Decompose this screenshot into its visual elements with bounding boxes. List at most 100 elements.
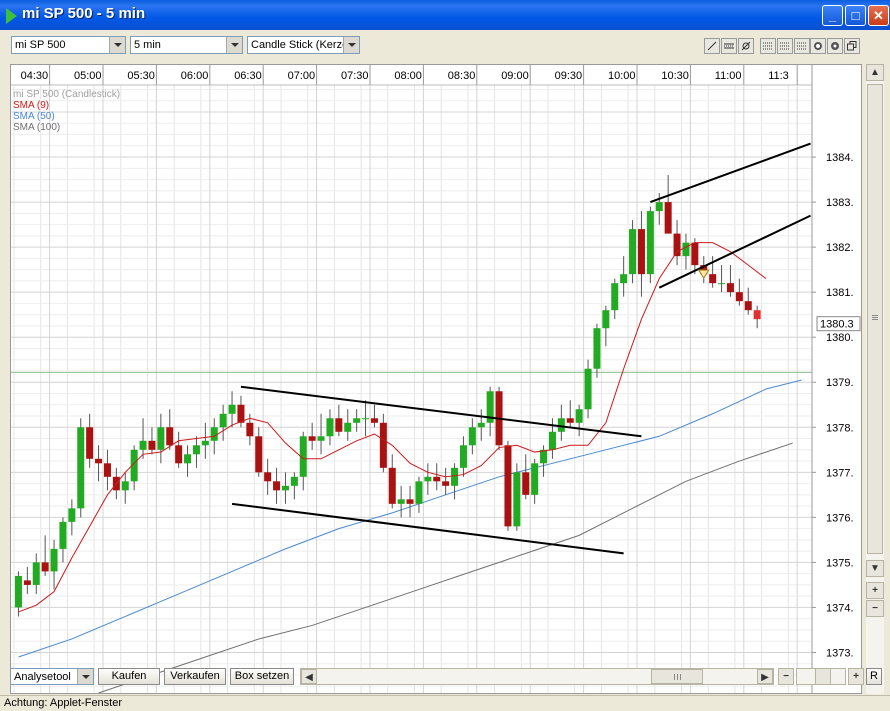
candle-down xyxy=(237,404,245,423)
candle-down xyxy=(23,580,31,585)
zoom-track[interactable] xyxy=(796,668,846,685)
y-tick-label: 1378. xyxy=(826,422,854,434)
settings-button[interactable] xyxy=(827,38,843,54)
analysis-tool-select[interactable]: Analysetool xyxy=(10,668,94,685)
horizontal-scrollbar[interactable]: ◀ ▶ xyxy=(300,668,774,685)
scroll-right-button[interactable]: ▶ xyxy=(757,669,773,684)
grid-icon xyxy=(797,42,807,50)
draw-line-button[interactable] xyxy=(704,38,720,54)
legend-entry: SMA (50) xyxy=(13,111,55,122)
fibonacci-icon xyxy=(741,41,751,51)
sell-button[interactable]: Verkaufen xyxy=(164,668,226,685)
candle-up xyxy=(50,548,58,572)
candle-down xyxy=(255,436,263,473)
candle-down xyxy=(664,202,672,234)
candle-down xyxy=(504,445,512,527)
candle-up xyxy=(219,413,227,428)
candle-up xyxy=(415,481,423,504)
candle-down xyxy=(433,476,441,482)
candle-down xyxy=(388,467,396,504)
scroll-up-button[interactable]: ▲ xyxy=(866,64,884,81)
plus-icon: + xyxy=(853,671,859,682)
grid-button-1[interactable] xyxy=(760,38,776,54)
zoom-button[interactable] xyxy=(810,38,826,54)
candle-down xyxy=(95,458,103,464)
candle-up xyxy=(290,476,298,486)
zoom-in-time-button[interactable]: + xyxy=(848,668,864,685)
grid-button-2[interactable] xyxy=(777,38,793,54)
candle-down xyxy=(726,283,734,293)
candle-up xyxy=(548,431,556,450)
candle-down xyxy=(379,422,387,468)
minus-icon: − xyxy=(872,603,878,614)
candle-up xyxy=(593,328,601,369)
candle-down xyxy=(148,440,156,450)
candle-down xyxy=(691,242,699,266)
buy-button[interactable]: Kaufen xyxy=(98,668,160,685)
window-restore-button[interactable] xyxy=(844,38,860,54)
candle-up xyxy=(602,310,610,329)
y-tick-label: 1381. xyxy=(826,287,854,299)
candle-up xyxy=(575,409,583,423)
interval-select[interactable]: 5 min xyxy=(130,36,243,54)
chevron-down-icon[interactable] xyxy=(343,37,359,53)
scroll-thumb[interactable] xyxy=(867,84,883,554)
x-tick-label: 05:30 xyxy=(127,70,155,82)
zoom-thumb[interactable] xyxy=(815,669,831,684)
minus-icon: − xyxy=(783,671,789,682)
draw-line-icon xyxy=(707,41,717,51)
chart-area[interactable]: 04:30 05:00 05:30 06:00 06:30 07:00 07:30 08:00… xyxy=(10,64,862,694)
y-tick-label: 1377. xyxy=(826,467,854,479)
minimize-button[interactable]: _ xyxy=(822,5,843,26)
h-scroll-thumb[interactable] xyxy=(651,669,703,684)
y-tick-label: 1383. xyxy=(826,197,854,209)
candle-down xyxy=(637,229,645,275)
candle-down xyxy=(86,427,94,459)
channel-button[interactable] xyxy=(721,38,737,54)
chevron-down-icon[interactable] xyxy=(109,37,125,53)
candle-up xyxy=(655,202,663,212)
candlestick-chart[interactable]: 04:30 05:00 05:30 06:00 06:30 07:00 07:30 08:00… xyxy=(11,65,861,693)
interval-value: 5 min xyxy=(134,39,161,51)
chevron-down-icon[interactable] xyxy=(226,37,242,53)
set-box-button[interactable]: Box setzen xyxy=(230,668,294,685)
y-tick-label: 1384. xyxy=(826,152,854,164)
maximize-button[interactable]: □ xyxy=(845,5,866,26)
scroll-left-button[interactable]: ◀ xyxy=(301,669,317,684)
arrow-right-icon: ▶ xyxy=(761,672,769,683)
candle-down xyxy=(264,472,272,482)
x-tick-label: 06:30 xyxy=(234,70,262,82)
candle-up xyxy=(451,467,459,486)
bottom-bar: Analysetool Kaufen Verkaufen Box setzen … xyxy=(4,666,886,688)
candle-up xyxy=(718,283,726,285)
restore-icon xyxy=(847,41,857,51)
candle-down xyxy=(308,436,316,441)
candle-up xyxy=(201,440,209,446)
candle-down xyxy=(442,481,450,486)
arrow-up-icon: ▲ xyxy=(870,67,880,78)
arrow-left-icon: ◀ xyxy=(305,672,313,683)
chevron-down-icon[interactable] xyxy=(77,669,93,684)
candle-up xyxy=(362,418,370,420)
vertical-scrollbar[interactable]: ▲ ▼ + − xyxy=(866,64,884,694)
candle-up xyxy=(531,463,539,495)
grid-button-3[interactable] xyxy=(794,38,810,54)
reset-button[interactable]: R xyxy=(866,668,882,685)
candle-down xyxy=(246,422,254,437)
candle-down xyxy=(166,427,174,446)
close-button[interactable]: ✕ xyxy=(868,5,889,26)
y-tick-label: 1375. xyxy=(826,557,854,569)
zoom-out-time-button[interactable]: − xyxy=(778,668,794,685)
channel-icon xyxy=(724,43,734,49)
x-tick-label: 04:30 xyxy=(21,70,49,82)
y-tick-label: 1374. xyxy=(826,602,854,614)
trendline xyxy=(650,142,811,204)
instrument-value: mi SP 500 xyxy=(15,39,66,51)
fibonacci-button[interactable] xyxy=(738,38,754,54)
zoom-in-button[interactable]: + xyxy=(866,582,884,599)
chart-style-select[interactable]: Candle Stick (Kerze xyxy=(247,36,360,54)
instrument-select[interactable]: mi SP 500 xyxy=(11,36,126,54)
candle-up xyxy=(468,427,476,446)
scroll-down-button[interactable]: ▼ xyxy=(866,560,884,577)
zoom-out-button[interactable]: − xyxy=(866,600,884,617)
